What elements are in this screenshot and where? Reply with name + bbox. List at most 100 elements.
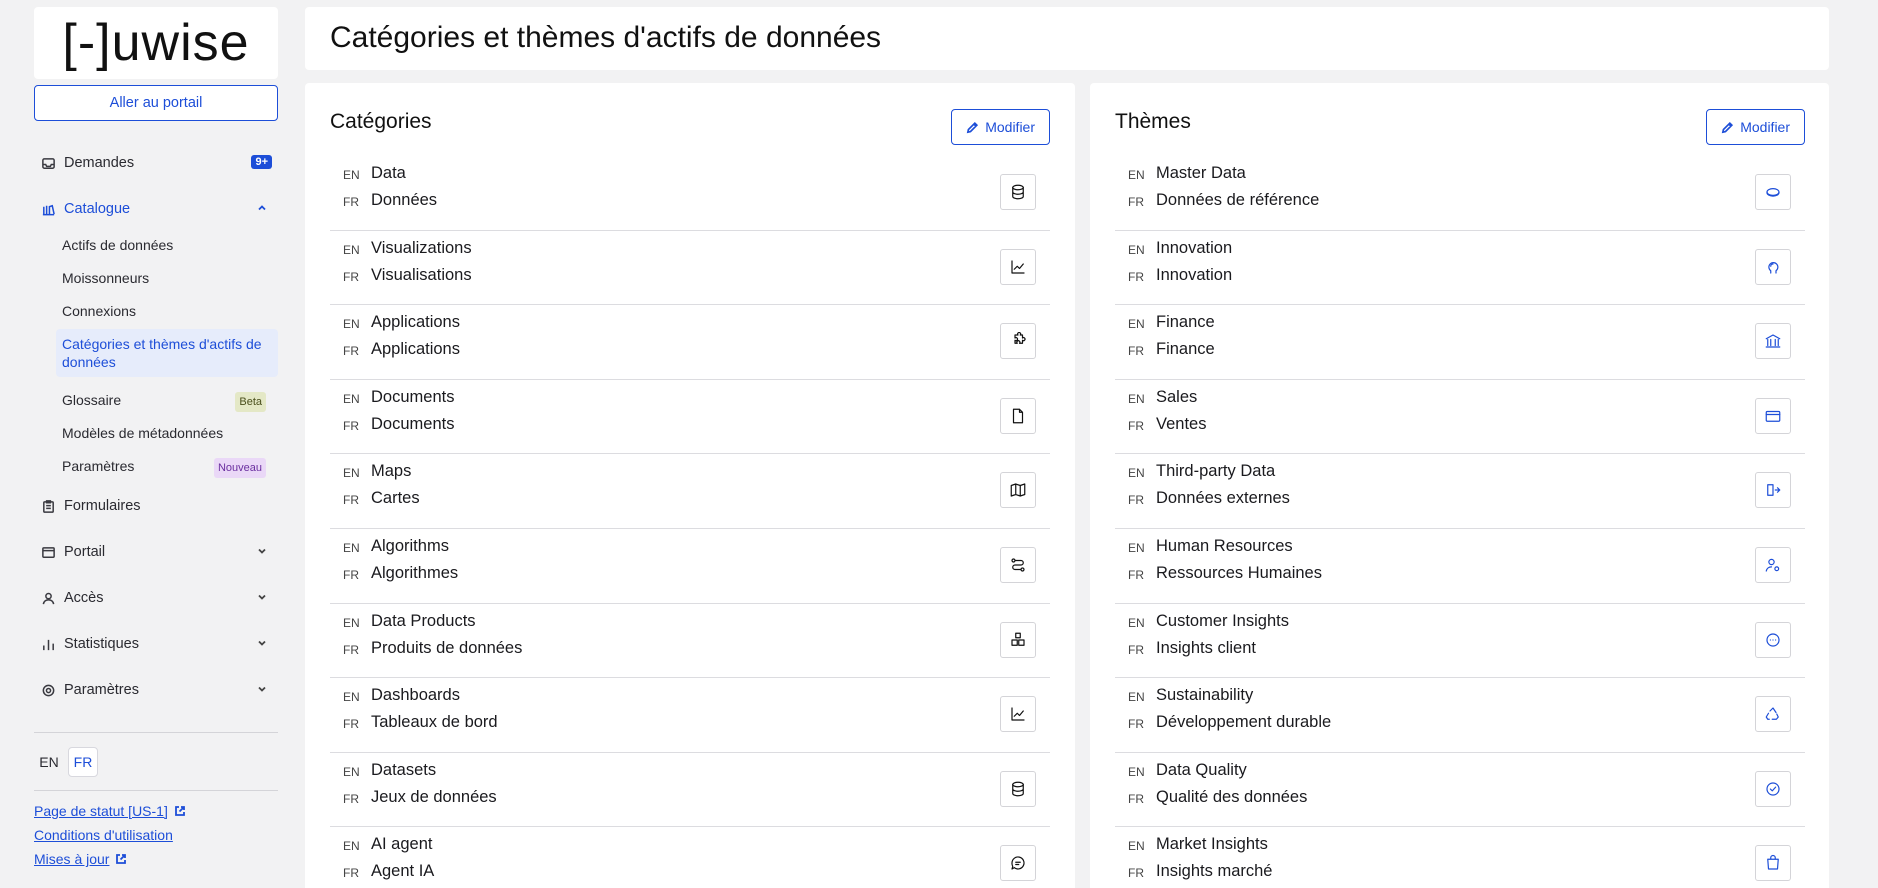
bar-chart-icon <box>40 636 56 652</box>
status-page-link[interactable]: Page de statut [US-1] <box>34 803 186 819</box>
lang-en-label: EN <box>1128 466 1145 481</box>
window-icon <box>40 544 56 560</box>
shopping-bag-icon <box>1755 845 1791 882</box>
lang-fr-label: FR <box>1128 567 1144 582</box>
nav-statistics-label: Statistiques <box>64 636 139 652</box>
divider <box>34 732 278 733</box>
sidebar-item-glossary[interactable]: Glossaire Beta <box>56 385 278 415</box>
lang-en-label: EN <box>343 466 360 481</box>
list-item: EN Data FR Données <box>330 156 1050 231</box>
wallet-icon <box>1755 397 1791 434</box>
categories-panel: Catégories Modifier EN Data FR Données EN Vis… <box>305 83 1075 888</box>
value-fr: Ressources Humaines <box>1156 563 1322 582</box>
value-en: Innovation <box>1156 238 1233 257</box>
edit-label: Modifier <box>985 119 1035 135</box>
go-to-portal-button[interactable]: Aller au portail <box>34 85 278 121</box>
nav-statistics[interactable]: Statistiques <box>34 629 278 659</box>
chat-bubble-icon <box>1755 621 1791 658</box>
disc-icon <box>1755 174 1791 210</box>
edit-categories-button[interactable]: Modifier <box>951 109 1050 145</box>
sidebar-item-metadata-models[interactable]: Modèles de métadonnées <box>56 418 278 448</box>
list-item: EN Applications FR Applications <box>330 305 1050 380</box>
sidebar-item-harvesters[interactable]: Moissonneurs <box>56 263 278 293</box>
value-fr: Données externes <box>1156 489 1290 508</box>
themes-title: Thèmes <box>1115 110 1191 133</box>
value-en: Documents <box>371 387 455 406</box>
list-item: EN Sustainability FR Développement durable <box>1115 678 1805 753</box>
value-en: Customer Insights <box>1156 611 1289 630</box>
terms-label: Conditions d'utilisation <box>34 827 173 843</box>
route-icon <box>1000 546 1036 583</box>
lang-fr-label: FR <box>1128 195 1144 209</box>
value-fr: Agent IA <box>371 862 435 881</box>
updates-link[interactable]: Mises à jour <box>34 851 127 867</box>
nav-requests-label: Demandes <box>64 155 135 171</box>
themes-list: EN Master Data FR Données de référence EN Inn… <box>1115 156 1805 888</box>
export-icon <box>1755 472 1791 509</box>
lang-en-label: EN <box>343 540 360 555</box>
brand-logo[interactable]: [-]uwise <box>34 7 278 79</box>
value-en: Algorithms <box>371 536 449 555</box>
value-fr: Ventes <box>1156 414 1207 433</box>
file-icon <box>1000 397 1036 434</box>
sidebar-item-categories[interactable]: Catégories et thèmes d'actifs de données <box>56 329 278 377</box>
external-link-icon <box>116 854 127 864</box>
lang-fr-label: FR <box>1128 493 1144 508</box>
value-fr: Documents <box>371 414 455 433</box>
user-cog-icon <box>1755 546 1791 583</box>
value-en: Data Quality <box>1156 760 1247 779</box>
puzzle-icon <box>1000 323 1036 360</box>
nav-portal-label: Portail <box>64 544 106 560</box>
value-en: Market Insights <box>1156 835 1268 854</box>
external-link-icon <box>174 806 185 816</box>
recycle-icon <box>1755 696 1791 733</box>
lang-en-label: EN <box>1128 317 1145 332</box>
value-en: Maps <box>371 462 412 481</box>
nav-settings[interactable]: Paramètres <box>34 675 278 705</box>
check-circle-icon <box>1755 770 1791 807</box>
lang-en-label: EN <box>1128 391 1145 406</box>
nav-portal[interactable]: Portail <box>34 537 278 567</box>
nav-forms[interactable]: Formulaires <box>34 491 278 521</box>
lang-en-label: EN <box>343 317 360 332</box>
line-chart-icon <box>1000 696 1036 733</box>
lang-en-label: EN <box>1128 615 1145 630</box>
value-fr: Algorithmes <box>371 563 459 582</box>
lang-en-button[interactable]: EN <box>34 747 64 777</box>
lang-fr-label: FR <box>343 642 359 657</box>
terms-link[interactable]: Conditions d'utilisation <box>34 827 173 843</box>
value-fr: Développement durable <box>1156 713 1332 732</box>
value-en: Datasets <box>371 760 437 779</box>
lang-fr-button[interactable]: FR <box>68 747 98 777</box>
list-item: EN AI agent FR Agent IA <box>330 827 1050 888</box>
user-icon <box>40 590 56 606</box>
list-item: EN Finance FR Finance <box>1115 305 1805 380</box>
sidebar-item-params[interactable]: Paramètres Nouveau <box>56 451 278 481</box>
new-badge: Nouveau <box>213 458 266 478</box>
lang-fr-label: FR <box>343 344 359 359</box>
lang-fr-label: FR <box>343 567 359 582</box>
list-item: EN Human Resources FR Ressources Humaines <box>1115 529 1805 604</box>
nav-requests[interactable]: Demandes 9+ <box>34 148 278 178</box>
list-item: EN Market Insights FR Insights marché <box>1115 827 1805 888</box>
divider <box>34 790 278 791</box>
value-en: Sustainability <box>1156 686 1254 705</box>
chevron-down-icon <box>256 637 268 649</box>
nav-access[interactable]: Accès <box>34 583 278 613</box>
updates-label: Mises à jour <box>34 851 110 867</box>
inbox-icon <box>40 155 56 171</box>
lang-en-label: EN <box>1128 839 1145 854</box>
nav-forms-label: Formulaires <box>64 498 141 514</box>
pencil-icon <box>1721 121 1734 133</box>
sidebar-item-assets[interactable]: Actifs de données <box>56 230 278 260</box>
sidebar-item-connections[interactable]: Connexions <box>56 296 278 326</box>
bank-icon <box>1755 323 1791 360</box>
status-page-label: Page de statut [US-1] <box>34 803 168 819</box>
lang-fr-label: FR <box>343 791 359 806</box>
list-item: EN Maps FR Cartes <box>330 454 1050 529</box>
lang-fr-label: FR <box>343 866 359 881</box>
list-item: EN Datasets FR Jeux de données <box>330 753 1050 828</box>
edit-themes-button[interactable]: Modifier <box>1706 109 1805 145</box>
lang-fr-label: FR <box>1128 717 1144 732</box>
nav-catalog[interactable]: Catalogue <box>34 194 278 224</box>
